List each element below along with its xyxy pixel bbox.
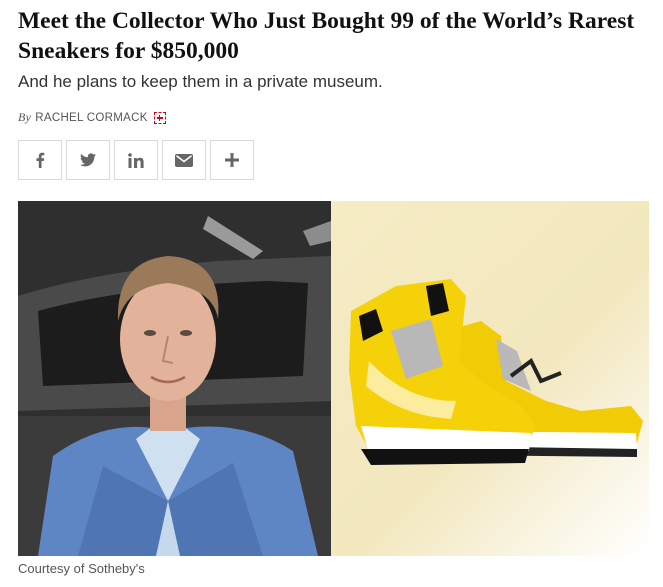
headline: Meet the Collector Who Just Bought 99 of… xyxy=(18,8,635,64)
article-photo xyxy=(18,201,649,556)
collector-portrait-image xyxy=(18,201,331,556)
share-email-button[interactable] xyxy=(162,140,206,180)
share-linkedin-button[interactable] xyxy=(114,140,158,180)
email-icon xyxy=(175,153,193,167)
plus-icon xyxy=(225,153,239,167)
facebook-icon xyxy=(36,152,45,168)
collector-portrait-illustration xyxy=(18,201,331,556)
author-link[interactable]: RACHEL CORMACK xyxy=(35,112,147,124)
share-facebook-button[interactable] xyxy=(18,140,62,180)
sneakers-illustration xyxy=(349,279,643,465)
follow-author-icon[interactable] xyxy=(153,111,166,124)
photo-credit: Courtesy of Sotheby's xyxy=(18,561,145,576)
sneakers-image xyxy=(331,201,649,556)
share-bar xyxy=(18,140,254,180)
share-twitter-button[interactable] xyxy=(66,140,110,180)
twitter-icon xyxy=(80,153,96,167)
linkedin-icon xyxy=(128,152,144,168)
byline-prefix: By xyxy=(18,110,32,124)
byline: By RACHEL CORMACK xyxy=(18,110,166,125)
share-more-button[interactable] xyxy=(210,140,254,180)
dek: And he plans to keep them in a private m… xyxy=(18,72,383,91)
